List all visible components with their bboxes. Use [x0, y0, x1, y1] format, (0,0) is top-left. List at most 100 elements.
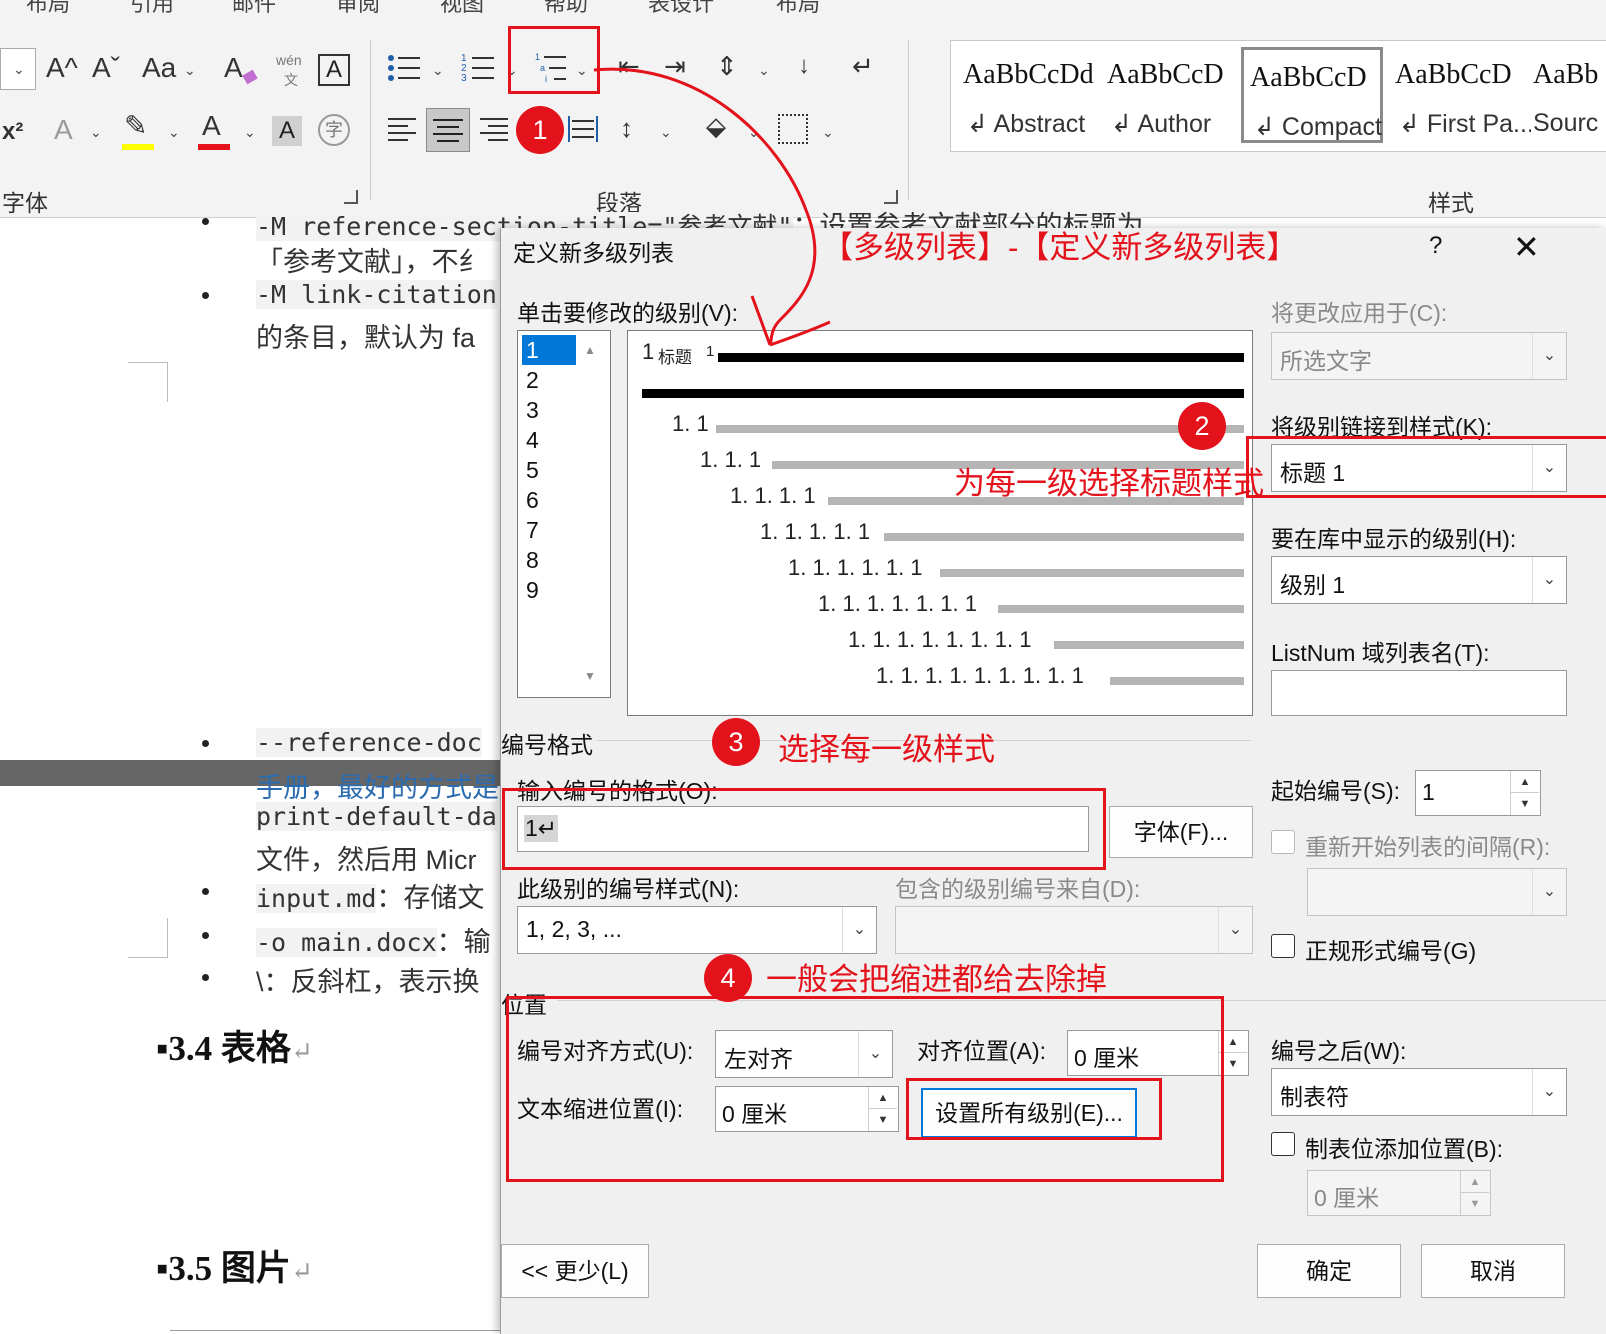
tab-help[interactable]: 帮助 — [544, 0, 588, 18]
preview-level-1-label: 标题 — [658, 348, 692, 367]
scroll-up-icon[interactable]: ▲ — [584, 343, 596, 357]
tab-table-layout[interactable]: 布局 — [776, 0, 820, 18]
paragraph-dialog-launcher-icon[interactable] — [884, 190, 898, 204]
doc-rule — [170, 1330, 500, 1331]
restart-list-dropdown[interactable]: ⌄ — [1307, 868, 1567, 916]
level-item[interactable]: 7 — [522, 515, 576, 545]
chevron-down-icon[interactable]: ⌄ — [758, 62, 770, 79]
chevron-down-icon[interactable]: ⌄ — [168, 124, 180, 141]
sort-icon[interactable]: ↓ — [798, 50, 810, 82]
legal-numbering-checkbox[interactable] — [1271, 934, 1295, 958]
font-color-icon[interactable]: A — [202, 110, 221, 142]
line-spacing-icon[interactable]: ↕ — [620, 112, 633, 144]
font-dialog-launcher-icon[interactable] — [344, 190, 358, 204]
chevron-down-icon[interactable]: ⌄ — [822, 124, 834, 141]
preview-number: 1. 1. 1 — [700, 447, 762, 472]
style-compact[interactable]: AaBbCcD ↲ Compact — [1241, 47, 1383, 143]
highlight-color-bar — [122, 144, 154, 150]
follow-number-value: 制表符 — [1280, 1084, 1349, 1110]
align-left-icon[interactable] — [386, 112, 420, 146]
restart-list-checkbox[interactable] — [1271, 830, 1295, 854]
chevron-down-icon[interactable]: ⌄ — [90, 124, 102, 141]
start-at-input[interactable]: 1 ▲ ▼ — [1415, 770, 1541, 816]
help-button[interactable]: ? — [1429, 232, 1442, 260]
increase-indent-icon[interactable]: ⇥ — [664, 50, 686, 82]
align-center-button[interactable] — [426, 108, 470, 152]
level-item[interactable]: 9 — [522, 575, 576, 605]
cancel-button[interactable]: 取消 — [1421, 1244, 1565, 1298]
style-name: ↲ First Pa... — [1399, 110, 1534, 138]
bullets-icon[interactable] — [386, 50, 422, 86]
chevron-down-icon[interactable]: ⌄ — [748, 124, 760, 141]
character-shading-icon[interactable]: A — [272, 116, 302, 146]
numbering-icon[interactable]: 123 — [460, 50, 496, 86]
style-author[interactable]: AaBbCcD ↲ Author — [1101, 47, 1237, 143]
less-button[interactable]: << 更少(L) — [501, 1244, 649, 1298]
chevron-down-icon[interactable]: ⌄ — [660, 124, 672, 141]
style-source[interactable]: AaBb Sourc — [1531, 47, 1606, 143]
phonetic-guide-icon[interactable]: wén — [276, 52, 302, 68]
level-item[interactable]: 4 — [522, 425, 576, 455]
change-case-icon[interactable]: Aa — [142, 52, 176, 84]
clear-formatting-icon[interactable]: A — [224, 52, 243, 84]
tab-review[interactable]: 审阅 — [336, 0, 380, 18]
preview-number: 1. 1. 1. 1. 1. 1. 1. 1. 1 — [876, 663, 1084, 688]
decrease-indent-icon[interactable]: ⇤ — [618, 50, 640, 82]
tab-mailings[interactable]: 邮件 — [232, 0, 276, 18]
tab-stop-value: 0 厘米 — [1314, 1185, 1380, 1211]
level-item[interactable]: 6 — [522, 485, 576, 515]
show-formatting-marks-icon[interactable]: ↵ — [852, 50, 874, 82]
preview-bar — [1054, 641, 1244, 649]
tab-stop-checkbox[interactable] — [1271, 1132, 1295, 1156]
align-right-icon[interactable] — [478, 112, 512, 146]
include-level-dropdown[interactable]: ⌄ — [895, 906, 1253, 954]
chevron-down-icon[interactable]: ⌄ — [184, 62, 196, 79]
level-item[interactable]: 2 — [522, 365, 576, 395]
borders-icon[interactable] — [778, 114, 808, 144]
ok-button[interactable]: 确定 — [1257, 1244, 1401, 1298]
distributed-icon[interactable] — [566, 112, 600, 146]
spin-up-icon[interactable]: ▲ — [1511, 771, 1539, 793]
style-name: ↲ Author — [1111, 110, 1212, 138]
include-level-label: 包含的级别编号来自(D): — [895, 876, 1141, 902]
preview-bar — [642, 389, 1244, 398]
tab-references[interactable]: 引用 — [130, 0, 174, 18]
font-button[interactable]: 字体(F)... — [1109, 806, 1253, 858]
chevron-down-icon[interactable]: ⌄ — [432, 62, 444, 79]
tab-stop-input[interactable]: 0 厘米 ▲ ▼ — [1307, 1170, 1491, 1216]
close-icon[interactable]: ✕ — [1513, 228, 1540, 266]
scroll-down-icon[interactable]: ▼ — [584, 669, 596, 683]
style-first-paragraph[interactable]: AaBbCcD ↲ First Pa... — [1389, 47, 1534, 143]
text-effects-icon[interactable]: A — [54, 114, 73, 146]
text-direction-icon[interactable]: ⇕ — [716, 50, 738, 82]
listnum-input[interactable] — [1271, 670, 1567, 716]
highlighter-icon[interactable]: ✎ — [124, 110, 147, 142]
follow-number-dropdown[interactable]: 制表符 ⌄ — [1271, 1068, 1567, 1116]
level-item[interactable]: 3 — [522, 395, 576, 425]
annotation-step-2: 2 — [1178, 402, 1226, 450]
spin-up-icon[interactable]: ▲ — [1461, 1171, 1489, 1193]
level-item[interactable]: 5 — [522, 455, 576, 485]
grow-font-icon[interactable]: A^ — [46, 52, 78, 84]
level-item[interactable]: 1 — [522, 335, 576, 365]
tab-layout[interactable]: 布局 — [26, 0, 70, 18]
superscript-icon[interactable]: x² — [2, 116, 23, 148]
chevron-down-icon[interactable]: ⌄ — [244, 124, 256, 141]
tab-view[interactable]: 视图 — [440, 0, 484, 18]
character-border-icon[interactable]: A — [318, 54, 350, 86]
number-style-dropdown[interactable]: 1, 2, 3, ... ⌄ — [517, 906, 877, 954]
tab-table-design[interactable]: 表设计 — [648, 0, 714, 18]
shading-bucket-icon[interactable]: ⬙ — [706, 110, 726, 142]
enclose-characters-icon[interactable]: 字 — [318, 114, 350, 146]
shrink-font-icon[interactable]: Aˇ — [92, 52, 120, 84]
preview-number: 1. 1 — [672, 411, 709, 436]
level-list[interactable]: 1 2 3 4 5 6 7 8 9 ▲ ▼ — [517, 330, 611, 698]
style-abstract[interactable]: AaBbCcDd ↲ Abstract — [957, 47, 1094, 143]
spin-down-icon[interactable]: ▼ — [1511, 793, 1539, 815]
styles-gallery[interactable]: AaBbCcDd ↲ Abstract AaBbCcD ↲ Author AaB… — [950, 40, 1606, 152]
gallery-level-dropdown[interactable]: 级别 1 ⌄ — [1271, 556, 1567, 604]
font-size-dropdown[interactable]: ⌄ — [0, 48, 36, 90]
level-item[interactable]: 8 — [522, 545, 576, 575]
apply-to-dropdown[interactable]: 所选文字 ⌄ — [1271, 332, 1567, 380]
spin-down-icon[interactable]: ▼ — [1461, 1193, 1489, 1215]
